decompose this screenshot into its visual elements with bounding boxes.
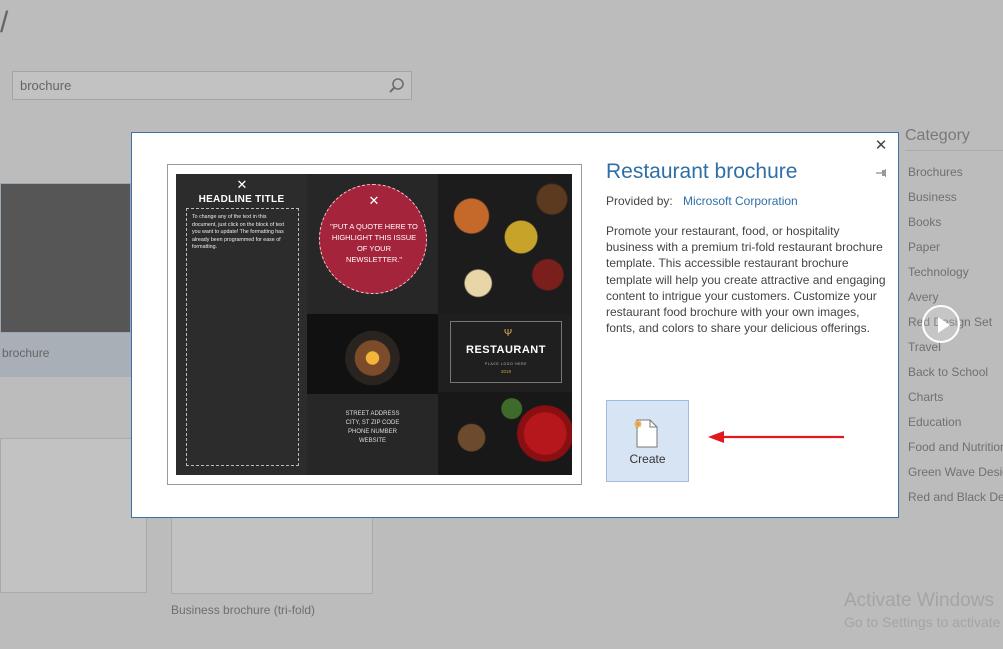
address-line: CITY, ST ZIP CODE: [345, 420, 400, 426]
provider-name: Microsoft Corporation: [683, 194, 798, 208]
brochure-quote-circle: ✕ "PUT A QUOTE HERE TO HIGHLIGHT THIS IS…: [319, 184, 427, 294]
provided-by-label: Provided by:: [606, 194, 673, 208]
fork-knife-icon: ✕: [236, 177, 248, 192]
create-label: Create: [629, 452, 666, 466]
spices-image: [438, 174, 572, 314]
logo-year: 2019: [500, 369, 511, 374]
address-line: WEBSITE: [358, 438, 386, 444]
address-line: PHONE NUMBER: [347, 429, 397, 435]
address-line: STREET ADDRESS: [345, 411, 400, 417]
close-button[interactable]: ✕: [873, 138, 889, 154]
brochure-headline: HEADLINE TITLE: [198, 194, 285, 205]
brochure-body-text: To change any of the text in this docume…: [192, 214, 285, 250]
new-document-icon: [634, 419, 658, 448]
create-button[interactable]: Create: [606, 400, 689, 482]
brochure-panel-middle: ✕ "PUT A QUOTE HERE TO HIGHLIGHT THIS IS…: [307, 174, 438, 475]
red-arrow-annotation: [708, 431, 844, 443]
brochure-panel-right: Ψ RESTAURANT PLACE LOGO HERE 2019: [438, 174, 572, 475]
brochure-address: STREET ADDRESS CITY, ST ZIP CODE PHONE N…: [307, 410, 438, 446]
play-icon[interactable]: [922, 305, 960, 343]
logo-tagline: PLACE LOGO HERE: [484, 362, 528, 366]
template-preview: ✕ HEADLINE TITLE To change any of the te…: [167, 164, 582, 485]
fork-knife-icon: ✕: [368, 193, 380, 208]
logo-word: RESTAURANT: [466, 344, 546, 356]
template-title: Restaurant brochure: [606, 160, 798, 183]
spices-image-bottom: [438, 392, 572, 475]
template-description: Promote your restaurant, food, or hospit…: [606, 224, 886, 336]
pin-icon[interactable]: [875, 167, 887, 179]
food-bowl-image: [307, 314, 438, 394]
brochure-logo-box: Ψ RESTAURANT PLACE LOGO HERE 2019: [450, 321, 562, 383]
fork-icon: Ψ: [503, 328, 513, 339]
brochure-quote: "PUT A QUOTE HERE TO HIGHLIGHT THIS ISSU…: [330, 222, 418, 264]
brochure-panel-left: ✕ HEADLINE TITLE To change any of the te…: [176, 174, 307, 475]
brochure-preview-image: ✕ HEADLINE TITLE To change any of the te…: [176, 174, 572, 475]
template-preview-dialog: ✕ ✕ HEADLINE TITLE To change any of the …: [131, 132, 899, 518]
